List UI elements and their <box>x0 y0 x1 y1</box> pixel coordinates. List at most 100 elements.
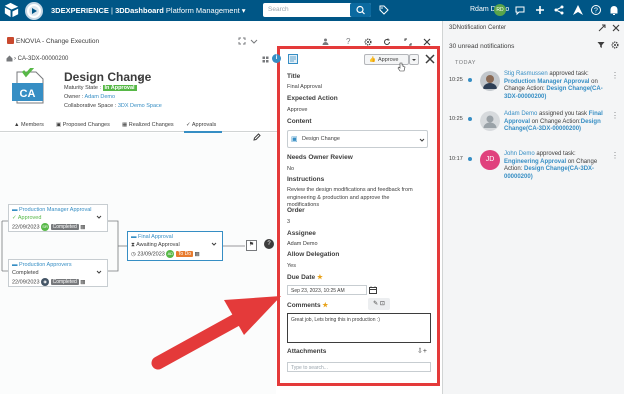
compass-icon[interactable] <box>25 2 43 20</box>
filter-icon[interactable] <box>597 41 605 49</box>
approval-title[interactable]: ▬ Final Approval <box>131 234 173 240</box>
approve-dropdown-button[interactable] <box>409 54 419 65</box>
tag-icon[interactable] <box>379 5 389 15</box>
chat-icon[interactable] <box>514 4 526 16</box>
tab-approvals[interactable]: ✓ Approvals <box>186 122 216 128</box>
notification-item[interactable]: Adam Demo assigned you task Final Approv… <box>504 111 603 134</box>
brand-title[interactable]: 3DEXPERIENCE | 3DDashboard Platform Mana… <box>51 6 246 15</box>
maturity-state: Maturity State : In Approval <box>64 85 137 91</box>
content-dropdown[interactable]: ▣ Design Change <box>287 130 428 148</box>
svg-text:CA: CA <box>20 88 36 100</box>
expand-icon[interactable] <box>404 38 412 46</box>
collab-space-row: Collaborative Space : 3DX Demo Space <box>64 103 162 109</box>
chevron-down-icon[interactable] <box>250 37 258 45</box>
comments-textarea[interactable]: Great job, Lets bring this in production… <box>287 313 431 343</box>
collab-space-link[interactable]: 3DX Demo Space <box>118 103 162 109</box>
grid-icon[interactable] <box>262 56 269 63</box>
close-icon[interactable] <box>423 38 431 46</box>
chevron-down-icon <box>419 138 425 142</box>
tab-members[interactable]: ▲ Members <box>14 122 44 128</box>
add-icon[interactable] <box>534 4 546 16</box>
unread-count: 30 unread notifications <box>449 43 515 50</box>
refresh-icon[interactable] <box>383 38 391 46</box>
approval-title[interactable]: ▬ Production Manager Approval <box>12 207 92 213</box>
help-icon[interactable]: ? <box>346 37 350 46</box>
expected-action-label: Expected Action <box>287 95 338 102</box>
attachments-search-input[interactable]: Type to search... <box>287 362 431 372</box>
unread-dot <box>468 78 472 82</box>
comments-label: Comments ★ <box>287 302 329 309</box>
app-title: ENOVIA - Change Execution <box>16 38 100 45</box>
status-badge: Completed <box>50 279 79 286</box>
compass-apps-icon[interactable] <box>572 4 584 16</box>
approval-date: 22/09/2023 SR Completed ▦ <box>12 223 86 231</box>
approval-detail-panel: i 👍 Approve Title Final Approval Expecte… <box>272 46 440 386</box>
user-avatar[interactable]: RD <box>494 4 506 16</box>
chevron-down-icon[interactable] <box>211 241 217 247</box>
thumbs-up-icon: 👍 <box>369 57 376 63</box>
share-icon[interactable] <box>553 4 565 16</box>
help-icon[interactable]: ? <box>264 239 274 249</box>
close-icon[interactable] <box>425 54 435 64</box>
star-icon: ★ <box>317 274 323 281</box>
more-options-icon[interactable]: ⋮ <box>611 111 619 120</box>
due-date-input[interactable]: Sep 23, 2023, 10:25 AM <box>287 285 367 295</box>
approval-title[interactable]: ▬ Production Approvers <box>12 262 72 268</box>
home-icon[interactable] <box>6 55 13 62</box>
settings-gear-icon[interactable] <box>611 41 619 49</box>
notification-bell-icon[interactable] <box>608 4 620 16</box>
needs-review-label: Needs Owner Review <box>287 154 353 161</box>
more-options-icon[interactable]: ⋮ <box>611 71 619 80</box>
notification-item[interactable]: Stig Rasmussen approved task: Production… <box>504 71 603 101</box>
avatar[interactable] <box>480 111 500 131</box>
chevron-down-icon[interactable] <box>137 75 143 81</box>
maximize-icon[interactable] <box>238 37 246 45</box>
user-icon[interactable] <box>322 38 329 45</box>
breadcrumb[interactable]: › CA-3DX-00000200 <box>14 56 68 62</box>
unread-dot <box>468 117 472 121</box>
avatar[interactable] <box>480 71 500 91</box>
approval-date: 22/09/2023 ◉ Completed ▦ <box>12 278 86 286</box>
app-icon <box>7 37 14 44</box>
chevron-down-icon[interactable] <box>96 269 102 275</box>
calendar-icon[interactable] <box>369 286 377 294</box>
info-icon[interactable]: i <box>272 54 281 63</box>
top-bar: 3DEXPERIENCE | 3DDashboard Platform Mana… <box>0 0 624 21</box>
owner-link[interactable]: Adam Demo <box>85 94 116 100</box>
avatar[interactable]: JD <box>480 150 500 170</box>
chevron-down-icon[interactable] <box>96 214 102 220</box>
notification-time: 10:25 <box>449 77 463 83</box>
notification-time: 10:17 <box>449 156 463 162</box>
delegation-value: Yes <box>287 263 296 269</box>
due-date-label: Due Date ★ <box>287 274 323 281</box>
notification-time: 10:25 <box>449 116 463 122</box>
close-icon[interactable] <box>612 24 620 32</box>
tab-proposed-changes[interactable]: ▣ Proposed Changes <box>56 122 110 128</box>
title-label: Title <box>287 73 301 80</box>
approval-status: Completed <box>12 270 39 276</box>
assignee-label: Assignee <box>287 230 316 237</box>
notification-center: 3DNotification Center 30 unread notifica… <box>442 21 624 394</box>
status-badge: In Approval <box>102 85 137 91</box>
help-icon[interactable]: ? <box>590 4 602 16</box>
edit-toggle-icon[interactable]: ✎ ⊡ <box>368 298 390 310</box>
task-icon <box>288 54 298 64</box>
upload-add-icon[interactable]: ⇩+ <box>417 347 427 355</box>
status-badge: Completed <box>50 224 79 231</box>
instructions-label: Instructions <box>287 176 325 183</box>
notification-header: 3DNotification Center <box>449 25 507 31</box>
search-icon[interactable] <box>350 3 371 17</box>
svg-text:?: ? <box>594 8 598 15</box>
unread-dot <box>468 157 472 161</box>
tab-realized-changes[interactable]: ▦ Realized Changes <box>122 122 174 128</box>
edit-pencil-icon[interactable] <box>253 133 261 141</box>
notification-item[interactable]: John Demo approved task: Engineering App… <box>504 151 603 181</box>
delegation-label: Allow Delegation <box>287 251 340 258</box>
ds-logo-icon[interactable] <box>2 1 21 20</box>
settings-gear-icon[interactable] <box>364 38 372 46</box>
expand-icon[interactable] <box>598 24 606 32</box>
more-options-icon[interactable]: ⋮ <box>611 151 619 160</box>
approval-status: ⧗ Awaiting Approval <box>131 242 180 248</box>
cursor-hand-icon <box>397 62 406 72</box>
approval-date: ◷ 23/09/2023 AD To Do ▦ <box>131 250 200 258</box>
